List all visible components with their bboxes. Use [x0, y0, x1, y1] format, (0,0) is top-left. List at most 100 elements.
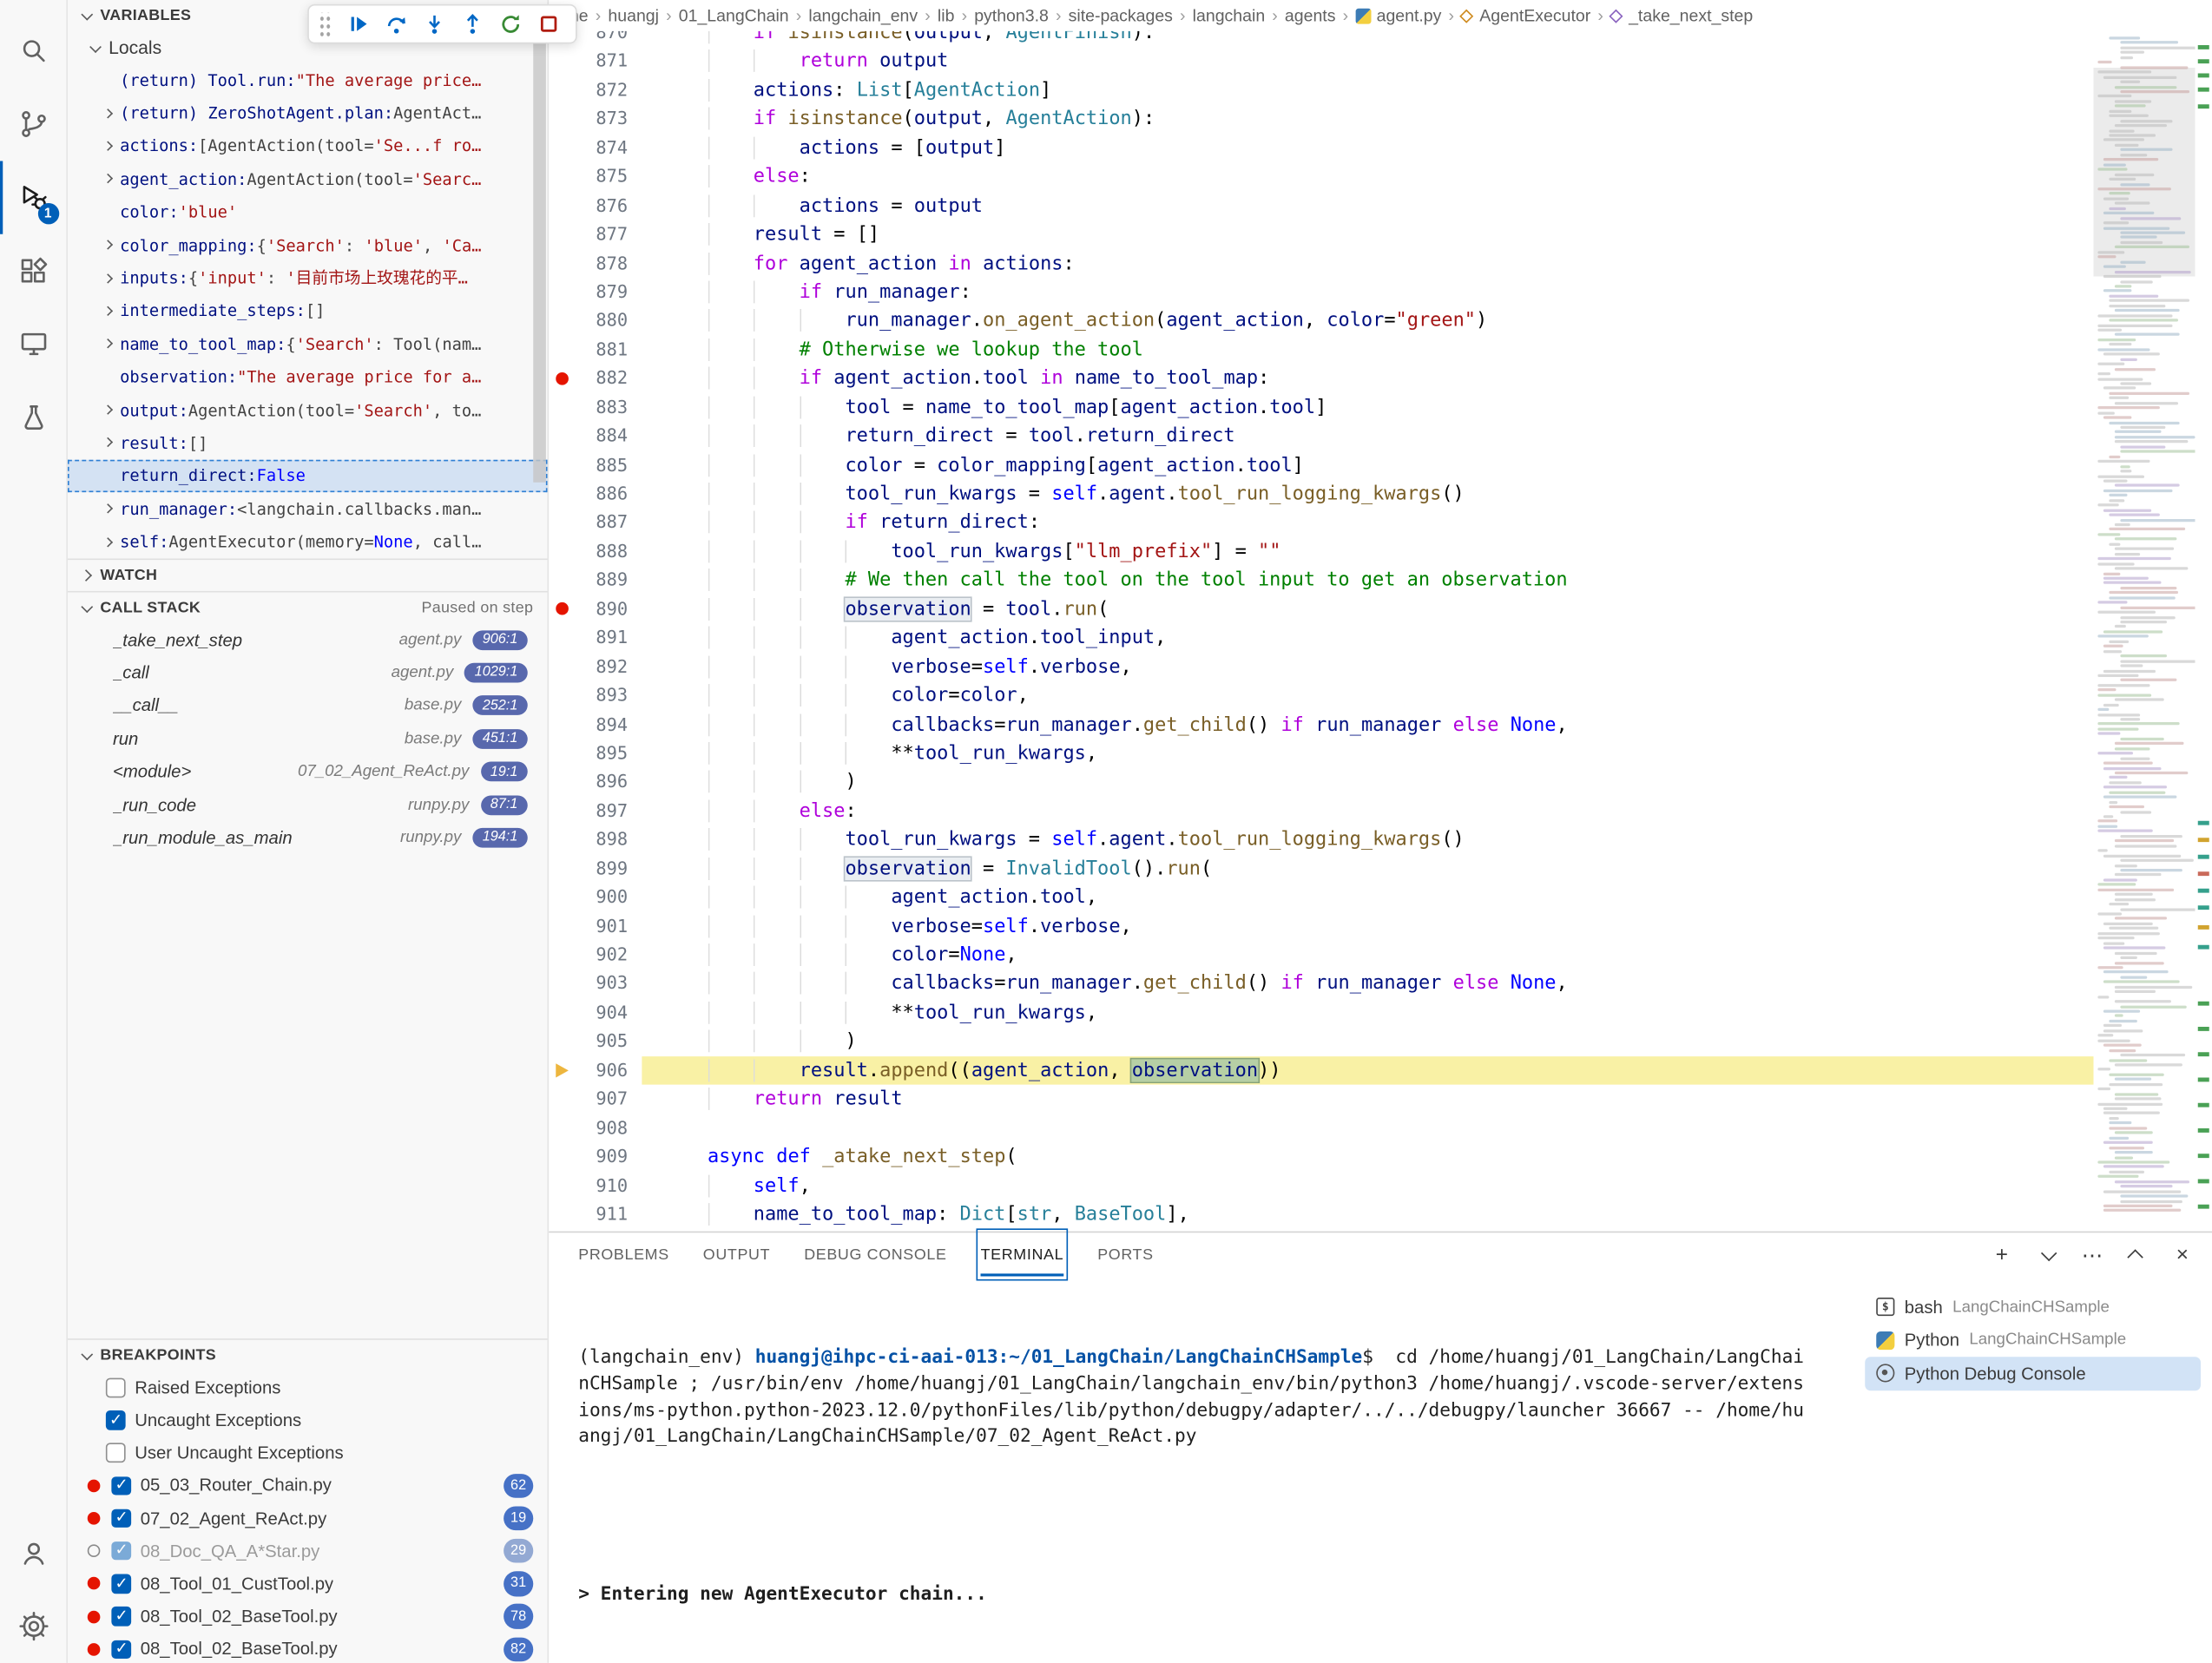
gutter[interactable]: 875 [549, 162, 642, 191]
gutter[interactable]: 880 [549, 306, 642, 335]
code-line[interactable]: 896 ) [549, 768, 2093, 797]
variable-row[interactable]: color: 'blue' [68, 195, 548, 228]
code-line[interactable]: 902 color=None, [549, 941, 2093, 970]
code-line[interactable]: 903 callbacks=run_manager.get_child() if… [549, 970, 2093, 998]
gutter[interactable]: 906 [549, 1056, 642, 1085]
sidebar-scrollbar[interactable] [533, 36, 546, 483]
gutter[interactable]: 873 [549, 105, 642, 134]
remote-explorer-icon[interactable] [0, 307, 67, 381]
breadcrumb[interactable]: home›huangj›01_LangChain›langchain_env›l… [549, 0, 2212, 31]
breadcrumb-folder[interactable]: python3.8 [974, 6, 1049, 26]
breakpoint-checkbox[interactable] [106, 1443, 125, 1463]
gutter[interactable]: 905 [549, 1028, 642, 1056]
breakpoint-checkbox[interactable] [111, 1476, 130, 1495]
search-icon[interactable] [0, 14, 67, 88]
code-line[interactable]: 886 tool_run_kwargs = self.agent.tool_ru… [549, 480, 2093, 509]
variable-row[interactable]: self: AgentExecutor(memory=None, call… [68, 525, 548, 558]
code-editor[interactable]: home›huangj›01_LangChain›langchain_env›l… [549, 0, 2212, 1232]
code-line[interactable]: 910 self, [549, 1172, 2093, 1200]
gutter[interactable]: 883 [549, 393, 642, 422]
code-line[interactable]: 875 else: [549, 162, 2093, 191]
panel-tab-output[interactable]: OUTPUT [703, 1233, 770, 1277]
breakpoint-dot-icon[interactable] [555, 603, 568, 616]
code-line[interactable]: 892 verbose=self.verbose, [549, 653, 2093, 681]
gutter[interactable]: 908 [549, 1114, 642, 1142]
code-line[interactable]: 909 async def _atake_next_step( [549, 1142, 2093, 1171]
breadcrumb-class[interactable]: AgentExecutor [1479, 6, 1590, 26]
gutter[interactable]: 897 [549, 797, 642, 825]
gutter[interactable]: 899 [549, 854, 642, 883]
gutter[interactable]: 887 [549, 509, 642, 537]
code-line[interactable]: 900 agent_action.tool, [549, 883, 2093, 911]
breakpoint-checkbox[interactable] [106, 1410, 125, 1430]
gutter[interactable]: 885 [549, 450, 642, 479]
code-line[interactable]: 882 if agent_action.tool in name_to_tool… [549, 365, 2093, 393]
call-stack-frame[interactable]: _run_coderunpy.py87:1 [68, 788, 548, 821]
code-line[interactable]: 878 for agent_action in actions: [549, 249, 2093, 278]
panel-tab-problems[interactable]: PROBLEMS [578, 1233, 669, 1277]
gutter[interactable]: 907 [549, 1085, 642, 1114]
code-line[interactable]: 888 tool_run_kwargs["llm_prefix"] = "" [549, 537, 2093, 566]
breadcrumb-folder[interactable]: langchain [1193, 6, 1265, 26]
variable-row[interactable]: observation: "The average price for a… [68, 360, 548, 393]
code-line[interactable]: 890 observation = tool.run( [549, 595, 2093, 623]
terminal-dropdown-button[interactable] [2034, 1242, 2059, 1267]
gutter[interactable]: 884 [549, 422, 642, 450]
panel-tab-debug-console[interactable]: DEBUG CONSOLE [804, 1233, 946, 1277]
code-line[interactable]: 883 tool = name_to_tool_map[agent_action… [549, 393, 2093, 422]
gutter[interactable]: 909 [549, 1142, 642, 1171]
breakpoints-header[interactable]: BREAKPOINTS [68, 1340, 548, 1371]
code-line[interactable]: 898 tool_run_kwargs = self.agent.tool_ru… [549, 825, 2093, 854]
gutter[interactable]: 876 [549, 191, 642, 220]
step-out-button[interactable] [453, 7, 491, 41]
code-line[interactable]: 894 callbacks=run_manager.get_child() if… [549, 710, 2093, 739]
new-terminal-button[interactable]: + [1989, 1242, 2014, 1267]
gutter[interactable]: 881 [549, 335, 642, 364]
breadcrumb-folder[interactable]: 01_LangChain [679, 6, 789, 26]
stop-button[interactable] [529, 7, 567, 41]
variable-row[interactable]: output: AgentAction(tool='Search', to… [68, 393, 548, 426]
variable-row[interactable]: agent_action: AgentAction(tool='Searc… [68, 162, 548, 195]
gutter[interactable]: 891 [549, 624, 642, 653]
code-line[interactable]: 871 return output [549, 47, 2093, 76]
code-line[interactable]: 879 if run_manager: [549, 278, 2093, 306]
call-stack-frame[interactable]: _take_next_stepagent.py906:1 [68, 623, 548, 656]
gutter[interactable]: 877 [549, 220, 642, 249]
call-stack-frame[interactable]: runbase.py451:1 [68, 722, 548, 755]
variable-row[interactable]: actions: [AgentAction(tool='Se...f ro… [68, 129, 548, 162]
gutter[interactable]: 879 [549, 278, 642, 306]
code-line[interactable]: 907 return result [549, 1085, 2093, 1114]
call-stack-frame[interactable]: _run_module_as_mainrunpy.py194:1 [68, 821, 548, 854]
code-line[interactable]: 899 observation = InvalidTool().run( [549, 854, 2093, 883]
restart-button[interactable] [491, 7, 530, 41]
code-line[interactable]: 901 verbose=self.verbose, [549, 912, 2093, 941]
gutter[interactable]: 902 [549, 941, 642, 970]
code-line[interactable]: 880 run_manager.on_agent_action(agent_ac… [549, 306, 2093, 335]
code-line[interactable]: 873 if isinstance(output, AgentAction): [549, 105, 2093, 134]
panel-tab-ports[interactable]: PORTS [1097, 1233, 1154, 1277]
close-panel-button[interactable]: × [2169, 1242, 2195, 1267]
gutter[interactable]: 894 [549, 710, 642, 739]
code-line[interactable]: 911 name_to_tool_map: Dict[str, BaseTool… [549, 1200, 2093, 1229]
code-line[interactable]: 893 color=color, [549, 681, 2093, 710]
variable-row[interactable]: (return) ZeroShotAgent.plan: AgentAct… [68, 96, 548, 129]
breakpoint-checkbox[interactable] [111, 1574, 130, 1594]
gutter[interactable]: 903 [549, 970, 642, 998]
variable-row[interactable]: return_direct: False [68, 459, 548, 492]
current-execution-line[interactable]: 906 result.append((agent_action, observa… [549, 1056, 2093, 1085]
breakpoint-checkbox[interactable] [111, 1640, 130, 1659]
code-area[interactable]: 870 if isinstance(output, AgentFinish):8… [549, 31, 2093, 1232]
variable-row[interactable]: result: [] [68, 426, 548, 459]
gutter[interactable]: 895 [549, 739, 642, 767]
call-stack-header[interactable]: CALL STACK Paused on step [68, 592, 548, 623]
gutter[interactable]: 889 [549, 566, 642, 595]
code-line[interactable]: 877 result = [] [549, 220, 2093, 249]
breakpoint-row[interactable]: 08_Tool_01_CustTool.py31 [68, 1568, 548, 1601]
variable-row[interactable]: color_mapping: {'Search': 'blue', 'Ca… [68, 228, 548, 261]
breakpoint-row[interactable]: 08_Tool_02_BaseTool.py78 [68, 1601, 548, 1633]
panel-tab-terminal[interactable]: TERMINAL [981, 1233, 1064, 1277]
gutter[interactable]: 874 [549, 134, 642, 162]
variable-row[interactable]: name_to_tool_map: {'Search': Tool(nam… [68, 327, 548, 360]
terminal-list-item[interactable]: Python Debug Console [1865, 1357, 2201, 1390]
breadcrumb-folder[interactable]: huangj [608, 6, 659, 26]
